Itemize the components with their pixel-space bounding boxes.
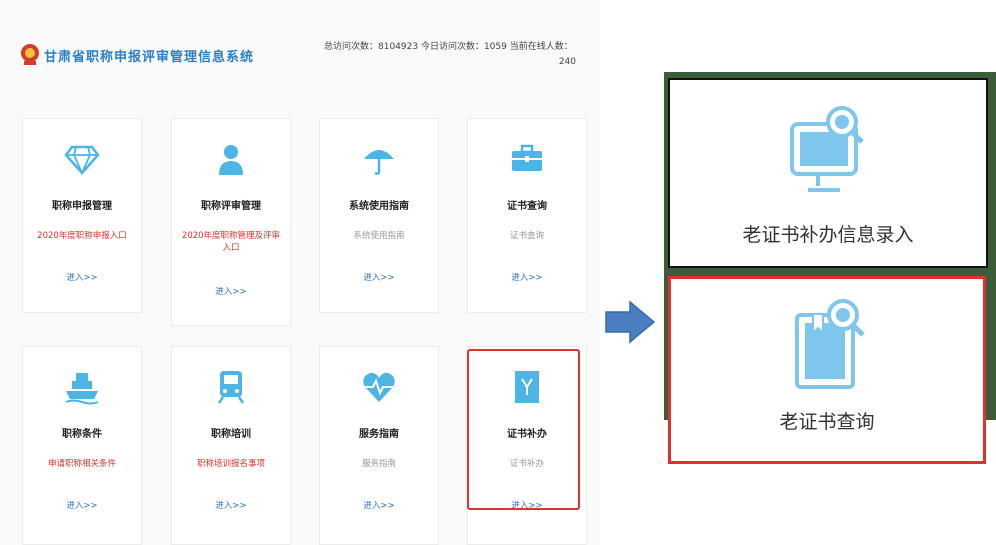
card-title: 职称评审管理 <box>201 201 261 212</box>
arrow-right-icon <box>605 300 656 344</box>
enter-link[interactable]: 进入>> <box>320 499 438 511</box>
card-subtitle: 服务指南 <box>361 459 396 469</box>
card-service-guide[interactable]: 服务指南 服务指南 进入>> <box>319 346 439 545</box>
card-title-review[interactable]: 职称评审管理 2020年度职称管理及评审入口 进入>> <box>171 118 291 326</box>
emblem-icon <box>21 44 39 65</box>
enter-link[interactable]: 进入>> <box>468 271 586 283</box>
stats-line: 总访问次数：8104923 今日访问次数：1059 当前在线人数： <box>324 42 573 52</box>
card-subtitle-link[interactable]: 2020年度职称管理及评审入口 <box>178 230 284 254</box>
book-search-icon <box>795 299 865 389</box>
card-subtitle-link[interactable]: 申请职称相关条件 <box>29 458 135 470</box>
card-title: 职称条件 <box>62 429 102 440</box>
card-user-guide[interactable]: 系统使用指南 系统使用指南 进入>> <box>319 118 439 313</box>
card-subtitle-link[interactable]: 2020年度职称申报入口 <box>29 230 135 242</box>
old-certificate-entry-panel[interactable]: 老证书补办信息录入 <box>668 78 988 268</box>
system-title: 甘肃省职称申报评审管理信息系统 <box>44 50 255 65</box>
highlight-box <box>467 349 580 510</box>
card-title: 服务指南 <box>359 429 399 440</box>
heart-pulse-icon <box>363 372 395 402</box>
visit-stats: 总访问次数：8104923 今日访问次数：1059 当前在线人数： 240 <box>324 40 576 70</box>
card-title: 职称培训 <box>211 429 251 440</box>
card-title: 证书查询 <box>507 201 547 212</box>
card-subtitle-link[interactable]: 职称培训报名事项 <box>178 458 284 470</box>
card-title: 系统使用指南 <box>349 201 409 212</box>
diamond-icon <box>64 145 100 176</box>
card-subtitle: 证书查询 <box>509 231 544 241</box>
monitor-search-icon <box>790 106 864 192</box>
portal-screenshot: 甘肃省职称申报评审管理信息系统 总访问次数：8104923 今日访问次数：105… <box>0 0 600 545</box>
enter-link[interactable]: 进入>> <box>320 271 438 283</box>
panel-label: 老证书补办信息录入 <box>742 224 914 246</box>
card-title-apply[interactable]: 职称申报管理 2020年度职称申报入口 进入>> <box>22 118 142 313</box>
old-certificate-query-panel[interactable]: 老证书查询 <box>668 276 986 464</box>
card-title-conditions[interactable]: 职称条件 申请职称相关条件 进入>> <box>22 346 142 545</box>
card-certificate-query[interactable]: 证书查询 证书查询 进入>> <box>467 118 587 313</box>
ship-icon <box>65 373 99 405</box>
enter-link[interactable]: 进入>> <box>23 271 141 283</box>
panel-label: 老证书查询 <box>779 411 875 433</box>
briefcase-icon <box>512 144 542 171</box>
enter-link[interactable]: 进入>> <box>23 499 141 511</box>
user-icon <box>219 145 243 175</box>
umbrella-icon <box>364 150 394 175</box>
enter-link[interactable]: 进入>> <box>172 499 290 511</box>
enter-link[interactable]: 进入>> <box>172 285 290 297</box>
train-icon <box>217 371 245 404</box>
card-title: 职称申报管理 <box>52 201 112 212</box>
online-count: 240 <box>558 57 576 67</box>
card-subtitle: 系统使用指南 <box>353 231 405 241</box>
card-title-training[interactable]: 职称培训 职称培训报名事项 进入>> <box>171 346 291 545</box>
